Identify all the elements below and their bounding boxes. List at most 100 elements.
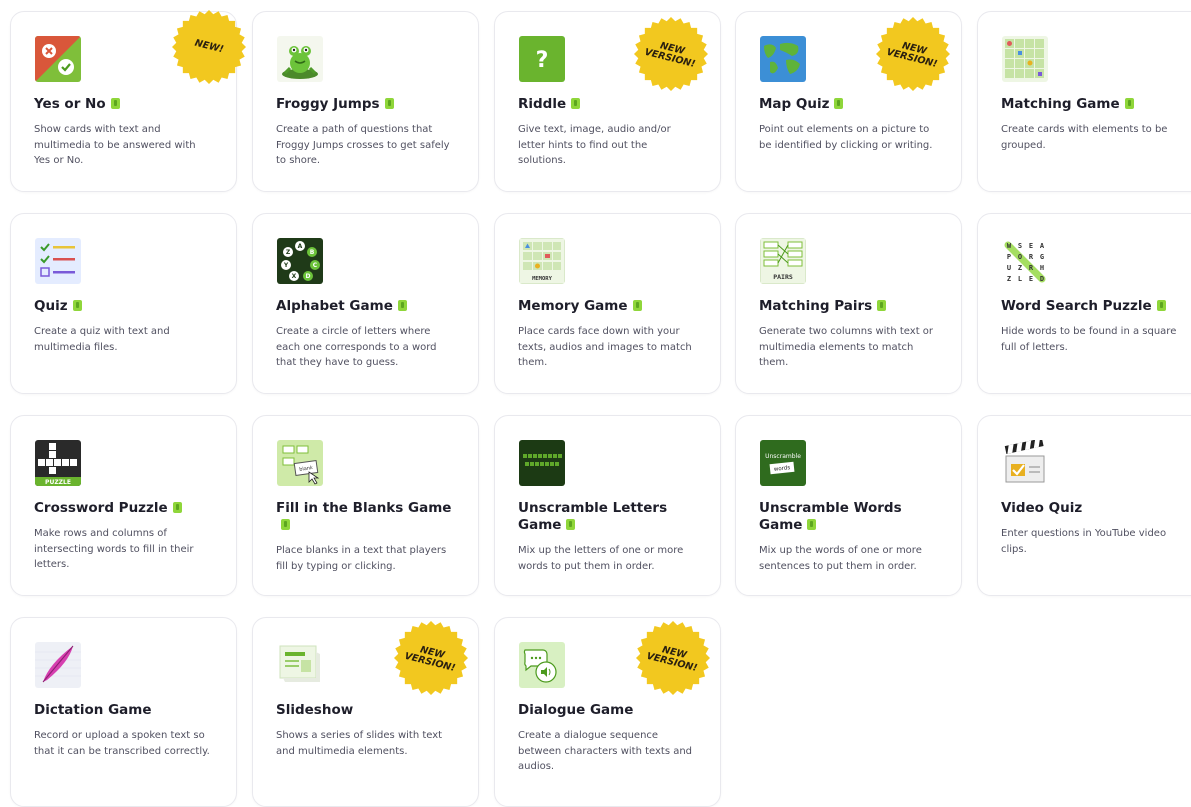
card-title: Slideshow xyxy=(276,702,354,718)
checklist-icon xyxy=(35,238,81,284)
svg-text:P: P xyxy=(1007,253,1011,261)
card-title: Matching Pairs xyxy=(759,298,944,315)
edit-pencil-icon xyxy=(281,519,290,530)
game-card-alphabet-game[interactable]: ABCD XYZ Alphabet Game Create a circle of… xyxy=(252,213,479,394)
card-title: Yes or No xyxy=(34,96,219,113)
edit-pencil-icon xyxy=(72,300,82,311)
card-title: Matching Game xyxy=(1001,96,1186,113)
blanks-icon: blank xyxy=(277,440,323,486)
card-title: Unscramble Letters Game xyxy=(518,500,668,533)
world-map-icon xyxy=(760,36,806,82)
frog-icon xyxy=(277,36,323,82)
new-version-badge: NEW VERSION! xyxy=(393,620,469,696)
svg-text:X: X xyxy=(292,273,297,280)
crossword-icon: PUZZLE xyxy=(35,440,81,486)
edit-pencil-icon xyxy=(834,98,844,109)
card-description: Create a quiz with text and multimedia f… xyxy=(34,326,170,353)
card-description: Mix up the words of one or more sentence… xyxy=(759,545,922,572)
memory-cards-icon: MEMORY xyxy=(519,238,565,284)
game-card-unscramble-letters[interactable]: Unscramble Letters Game Mix up the lette… xyxy=(494,415,721,596)
card-title: Fill in the Blanks Game xyxy=(276,500,461,534)
game-card-matching-game[interactable]: Matching Game Create cards with elements… xyxy=(977,11,1191,192)
edit-pencil-icon xyxy=(1156,300,1166,311)
svg-text:Z: Z xyxy=(1018,264,1022,272)
game-card-crossword-puzzle[interactable]: PUZZLE Crossword Puzzle Make rows and co… xyxy=(10,415,237,596)
edit-pencil-icon xyxy=(110,98,120,109)
svg-text:L: L xyxy=(1018,275,1022,283)
letter-circle-icon: ABCD XYZ xyxy=(277,238,323,284)
word-search-icon: WSEAPORGUZRHZLED xyxy=(1002,238,1048,284)
card-title: Unscramble Words Game xyxy=(759,500,902,533)
game-card-fill-in-the-blanks[interactable]: blank Fill in the Blanks Game Place blan… xyxy=(252,415,479,596)
speech-bubbles-icon xyxy=(519,642,565,688)
unscramble-letters-icon xyxy=(519,440,565,486)
badge-label: NEW! xyxy=(193,37,225,56)
card-description: Make rows and columns of intersecting wo… xyxy=(34,528,194,570)
question-mark-icon: ? xyxy=(519,36,565,82)
card-title: Riddle xyxy=(518,96,703,113)
game-card-memory-game[interactable]: MEMORY Memory Game Place cards face down… xyxy=(494,213,721,394)
svg-text:B: B xyxy=(310,249,315,256)
card-description: Shows a series of slides with text and m… xyxy=(276,730,443,757)
game-card-video-quiz[interactable]: Video Quiz Enter questions in YouTube vi… xyxy=(977,415,1191,596)
card-description: Enter questions in YouTube video clips. xyxy=(1001,528,1167,555)
card-description: Place cards face down with your texts, a… xyxy=(518,326,692,368)
svg-text:C: C xyxy=(313,262,318,269)
svg-text:Z: Z xyxy=(286,249,291,256)
card-title: Dialogue Game xyxy=(518,702,634,718)
unscramble-words-icon: Unscramble words xyxy=(760,440,806,486)
new-version-badge: NEW VERSION! xyxy=(635,620,711,696)
card-description: Point out elements on a picture to be id… xyxy=(759,124,933,151)
card-title: Crossword Puzzle xyxy=(34,500,219,517)
edit-pencil-icon xyxy=(1124,98,1134,109)
card-title: Dictation Game xyxy=(34,702,152,718)
pairs-label: PAIRS xyxy=(773,273,793,281)
game-card-froggy-jumps[interactable]: Froggy Jumps Create a path of questions … xyxy=(252,11,479,192)
card-title: Froggy Jumps xyxy=(276,96,461,113)
svg-text:A: A xyxy=(298,243,303,250)
card-description: Create a dialogue sequence between chara… xyxy=(518,730,693,772)
card-description: Show cards with text and multimedia to b… xyxy=(34,124,196,166)
edit-pencil-icon xyxy=(571,98,581,109)
card-description: Hide words to be found in a square full … xyxy=(1001,326,1177,353)
card-title: Map Quiz xyxy=(759,96,944,113)
new-badge: NEW! xyxy=(171,9,247,85)
svg-text:?: ? xyxy=(536,48,549,73)
svg-text:U: U xyxy=(1007,264,1011,272)
game-card-dictation-game[interactable]: Dictation Game Record or upload a spoken… xyxy=(10,617,237,807)
card-description: Create a circle of letters where each on… xyxy=(276,326,437,368)
svg-text:H: H xyxy=(1040,264,1044,272)
svg-text:G: G xyxy=(1040,253,1044,261)
edit-pencil-icon xyxy=(632,300,642,311)
card-description: Generate two columns with text or multim… xyxy=(759,326,934,368)
edit-pencil-icon xyxy=(172,502,182,513)
new-version-badge: NEW VERSION! xyxy=(875,16,951,92)
svg-text:E: E xyxy=(1029,275,1033,283)
game-card-word-search-puzzle[interactable]: WSEAPORGUZRHZLED Word Search Puzzle Hide… xyxy=(977,213,1191,394)
card-title: Word Search Puzzle xyxy=(1001,298,1186,315)
puzzle-label: PUZZLE xyxy=(45,479,71,486)
svg-text:O: O xyxy=(1018,253,1022,261)
card-description: Give text, image, audio and/or letter hi… xyxy=(518,124,671,166)
pairs-icon: PAIRS xyxy=(760,238,806,284)
matching-grid-icon xyxy=(1002,36,1048,82)
card-title: Quiz xyxy=(34,298,219,315)
svg-text:D: D xyxy=(1040,275,1044,283)
card-description: Record or upload a spoken text so that i… xyxy=(34,730,210,757)
quill-icon xyxy=(35,642,81,688)
new-version-badge: NEW VERSION! xyxy=(633,16,709,92)
game-card-quiz[interactable]: Quiz Create a quiz with text and multime… xyxy=(10,213,237,394)
game-card-matching-pairs[interactable]: PAIRS Matching Pairs Generate two column… xyxy=(735,213,962,394)
clapperboard-icon xyxy=(1002,440,1048,486)
svg-text:E: E xyxy=(1029,242,1033,250)
card-title: Video Quiz xyxy=(1001,500,1083,516)
svg-text:D: D xyxy=(306,273,311,280)
svg-text:Z: Z xyxy=(1007,275,1011,283)
game-card-unscramble-words[interactable]: Unscramble words Unscramble Words Game Mi… xyxy=(735,415,962,596)
card-description: Place blanks in a text that players fill… xyxy=(276,545,447,572)
card-description: Mix up the letters of one or more words … xyxy=(518,545,684,572)
yes-no-icon xyxy=(35,36,81,82)
memory-label: MEMORY xyxy=(532,276,553,282)
edit-pencil-icon xyxy=(877,300,887,311)
edit-pencil-icon xyxy=(566,519,576,530)
